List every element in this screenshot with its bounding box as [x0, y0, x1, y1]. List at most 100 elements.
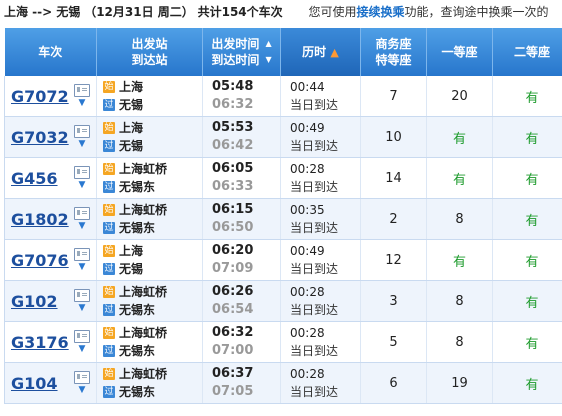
depart-time: 06:32 — [212, 325, 254, 340]
sort-up-icon[interactable]: ▲ — [330, 46, 338, 59]
card-icon[interactable] — [74, 248, 90, 261]
depart-time: 06:05 — [212, 161, 254, 176]
arrival-day: 当日到达 — [290, 344, 339, 358]
train-row[interactable]: G1802 ▼ 始上海虹桥过无锡东 06:15 06:50 00:35 当日到达 2 8 有 — [4, 198, 562, 240]
arrival-day: 当日到达 — [290, 221, 339, 235]
duration: 00:28 — [290, 367, 325, 381]
times-cell: 06:26 06:54 — [202, 280, 281, 322]
arrive-time: 06:32 — [212, 97, 254, 112]
business-seat-cell: 5 — [360, 321, 427, 363]
chevron-down-icon[interactable]: ▼ — [79, 222, 86, 231]
card-icon[interactable] — [74, 330, 90, 343]
train-count: 共计154个车次 — [197, 5, 283, 19]
train-number-link[interactable]: G7076 — [11, 251, 69, 270]
passing-station-icon: 过 — [103, 181, 115, 193]
card-icon[interactable] — [74, 207, 90, 220]
second-class-cell: 有 — [492, 280, 562, 322]
arrival-day: 当日到达 — [290, 262, 339, 276]
train-number-link[interactable]: G1802 — [11, 210, 69, 229]
arrive-time: 06:54 — [212, 302, 254, 317]
origin-station-icon: 始 — [103, 81, 115, 93]
to-station: 无锡东 — [119, 303, 156, 317]
origin-station-icon: 始 — [103, 122, 115, 134]
chevron-down-icon[interactable]: ▼ — [79, 181, 86, 190]
train-row[interactable]: G7076 ▼ 始上海过无锡 06:20 07:09 00:49 当日到达 12 有有 — [4, 239, 562, 281]
from-station: 上海 — [119, 121, 144, 135]
first-class-cell: 有 — [426, 239, 493, 281]
train-number-link[interactable]: G3176 — [11, 333, 69, 352]
train-no-cell: G104 ▼ — [4, 362, 97, 404]
train-row[interactable]: G7032 ▼ 始上海过无锡 05:53 06:42 00:49 当日到达 10 有有 — [4, 116, 562, 158]
depart-time: 06:20 — [212, 243, 254, 258]
chevron-down-icon[interactable]: ▼ — [79, 99, 86, 108]
train-no-cell: G7032 ▼ — [4, 116, 97, 158]
card-icon[interactable] — [74, 289, 90, 302]
train-number-link[interactable]: G104 — [11, 374, 58, 393]
sort-arrows-icon[interactable]: ▲ ▼ — [266, 40, 272, 64]
times-cell: 05:53 06:42 — [202, 116, 281, 158]
times-cell: 06:15 06:50 — [202, 198, 281, 240]
times-cell: 06:20 07:09 — [202, 239, 281, 281]
chevron-down-icon[interactable]: ▼ — [79, 140, 86, 149]
arrive-time: 07:09 — [212, 261, 254, 276]
arrival-day: 当日到达 — [290, 98, 339, 112]
train-number-link[interactable]: G7032 — [11, 128, 69, 147]
transfer-hint-suffix: 功能，查询途中换乘一次的 — [404, 5, 549, 19]
train-row[interactable]: G3176 ▼ 始上海虹桥过无锡东 06:32 07:00 00:28 当日到达 5 8 有 — [4, 321, 562, 363]
duration-cell: 00:28 当日到达 — [280, 280, 361, 322]
col-train-no: 车次 — [4, 28, 97, 76]
stations-cell: 始上海虹桥过无锡东 — [96, 362, 203, 404]
train-no-cell: G456 ▼ — [4, 157, 97, 199]
first-class-cell: 19 — [426, 362, 493, 404]
stations-cell: 始上海虹桥过无锡东 — [96, 157, 203, 199]
card-icon[interactable] — [74, 166, 90, 179]
from-station: 上海虹桥 — [119, 326, 168, 340]
first-class-cell: 20 — [426, 76, 493, 117]
transfer-link[interactable]: 接续换乘 — [357, 5, 405, 19]
card-icon[interactable] — [74, 84, 90, 97]
card-icon[interactable] — [74, 371, 90, 384]
duration: 00:49 — [290, 121, 325, 135]
to-station: 无锡 — [119, 262, 144, 276]
to-station: 无锡东 — [119, 180, 156, 194]
train-number-link[interactable]: G456 — [11, 169, 58, 188]
table-header-row: 车次 出发站 到达站 出发时间 到达时间 ▲ ▼ 历时 ▲ 商务座 特等座 一等座 二等… — [4, 28, 562, 76]
first-class-cell: 有 — [426, 157, 493, 199]
train-no-cell: G1802 ▼ — [4, 198, 97, 240]
train-number-link[interactable]: G102 — [11, 292, 58, 311]
duration: 00:28 — [290, 285, 325, 299]
arrival-day: 当日到达 — [290, 180, 339, 194]
col-duration-sort[interactable]: 历时 ▲ — [280, 28, 361, 76]
origin-station-icon: 始 — [103, 286, 115, 298]
chevron-down-icon[interactable]: ▼ — [79, 386, 86, 395]
col-first-class: 一等座 — [426, 28, 493, 76]
card-icon[interactable] — [74, 125, 90, 138]
transfer-hint: 您可使用接续换乘功能，查询途中换乘一次的 — [309, 5, 549, 19]
second-class-cell: 有 — [492, 362, 562, 404]
train-row[interactable]: G7072 ▼ 始上海过无锡 05:48 06:32 00:44 当日到达 7 20 有 — [4, 76, 562, 117]
duration: 00:28 — [290, 326, 325, 340]
business-seat-cell: 10 — [360, 116, 427, 158]
train-row[interactable]: G102 ▼ 始上海虹桥过无锡东 06:26 06:54 00:28 当日到达 3 8 有 — [4, 280, 562, 322]
col-times-sort[interactable]: 出发时间 到达时间 ▲ ▼ — [202, 28, 281, 76]
origin-station-icon: 始 — [103, 327, 115, 339]
chevron-down-icon[interactable]: ▼ — [79, 345, 86, 354]
chevron-down-icon[interactable]: ▼ — [79, 304, 86, 313]
train-row[interactable]: G456 ▼ 始上海虹桥过无锡东 06:05 06:33 00:28 当日到达 14 有有 — [4, 157, 562, 199]
duration-cell: 00:44 当日到达 — [280, 76, 361, 117]
depart-time: 06:15 — [212, 202, 254, 217]
business-seat-cell: 12 — [360, 239, 427, 281]
chevron-down-icon[interactable]: ▼ — [79, 263, 86, 272]
duration: 00:44 — [290, 80, 325, 94]
train-row[interactable]: G104 ▼ 始上海虹桥过无锡东 06:37 07:05 00:28 当日到达 6 19 有 — [4, 362, 562, 404]
origin-station-icon: 始 — [103, 204, 115, 216]
train-number-link[interactable]: G7072 — [11, 87, 69, 106]
from-station: 上海虹桥 — [119, 162, 168, 176]
second-class-cell: 有 — [492, 157, 562, 199]
duration-cell: 00:28 当日到达 — [280, 157, 361, 199]
stations-cell: 始上海过无锡 — [96, 116, 203, 158]
search-summary-bar: 上海 --> 无锡 （12月31日 周二） 共计154个车次 您可使用接续换乘功… — [0, 0, 562, 24]
passing-station-icon: 过 — [103, 140, 115, 152]
duration-cell: 00:49 当日到达 — [280, 239, 361, 281]
stations-cell: 始上海虹桥过无锡东 — [96, 321, 203, 363]
